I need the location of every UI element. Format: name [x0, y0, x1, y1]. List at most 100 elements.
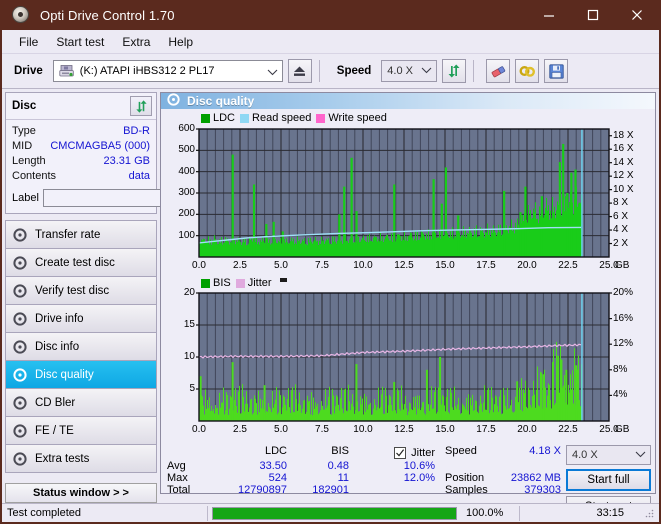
- axis-tick-label: 20%: [613, 287, 634, 298]
- status-window-button[interactable]: Status window > >: [5, 483, 157, 503]
- disc-row-value: CMCMAGBA5 (000): [50, 140, 150, 152]
- elapsed-time: 33:15: [596, 507, 624, 519]
- disc-test-icon: [13, 339, 27, 354]
- disc-info-rows: Type BD-R MID CMCMAGBA5 (000) Length 23.…: [6, 120, 243, 213]
- axis-tick-label: 0.0: [192, 260, 206, 271]
- ldc-read-speed-chart: 100 200 300 400 500 600 2 X4 X 6 X8 X 10 X 12 X 14…: [161, 123, 655, 275]
- chart2-legend: BIS Jitter: [161, 275, 655, 289]
- disc-row-contents: Contents data: [12, 169, 150, 184]
- sidebar-item-transfer-rate[interactable]: Transfer rate: [6, 221, 156, 249]
- stat-position-value: 23862 MB: [510, 472, 561, 484]
- menu-file[interactable]: File: [10, 32, 47, 52]
- disc-row-key: Contents: [12, 170, 57, 182]
- sidebar-item-fe-te[interactable]: FE / TE: [6, 417, 156, 445]
- toolbar-divider-2: [473, 60, 475, 82]
- main-body: Disc Type BD-R MID CMCMAGBA5 (000) Lengt…: [2, 89, 659, 518]
- drive-label: Drive: [14, 65, 43, 77]
- sidebar-item-cd-bler[interactable]: CD Bler: [6, 389, 156, 417]
- disc-panel-title: Disc: [12, 100, 37, 112]
- axis-tick-label: 17.5: [476, 260, 496, 271]
- legend-swatch: [201, 113, 210, 123]
- menu-help[interactable]: Help: [159, 32, 202, 52]
- bis-jitter-chart: 5 10 15 20 4% 8% 12% 16% 20% 0.0 2.5 5.0 7.5 10.0 12.5…: [161, 287, 655, 439]
- legend-read-speed: Read speed: [240, 112, 311, 124]
- bitsetting-button[interactable]: [515, 59, 540, 83]
- menu-extra[interactable]: Extra: [113, 32, 159, 52]
- sidebar-item-label: Create test disc: [35, 256, 115, 269]
- axis-tick-label: 4 X: [613, 224, 629, 236]
- axis-tick-label: 15: [183, 319, 195, 330]
- axis-tick-label: 12.5: [394, 260, 414, 271]
- status-message: Test completed: [7, 507, 81, 519]
- eject-button[interactable]: [287, 59, 312, 83]
- sidebar-item-create-test-disc[interactable]: Create test disc: [6, 249, 156, 277]
- refresh-button[interactable]: [442, 59, 467, 83]
- disc-label-caption: Label: [12, 192, 39, 204]
- stat-ldc-max: 524: [268, 472, 287, 484]
- axis-tick-label: 4%: [613, 389, 628, 401]
- axis-tick-label: 7.5: [315, 424, 329, 435]
- disc-panel-header: Disc: [6, 93, 156, 120]
- disc-label-row: Label: [12, 188, 243, 208]
- axis-tick-label: 17.5: [476, 424, 496, 435]
- drive-select[interactable]: (K:) ATAPI iHBS312 2 PL17: [52, 60, 283, 83]
- disc-test-icon: [13, 451, 27, 466]
- sidebar: Disc Type BD-R MID CMCMAGBA5 (000) Lengt…: [2, 89, 243, 503]
- stat-header-jitter: Jitter: [411, 446, 435, 459]
- stat-row-max: Max: [167, 472, 188, 484]
- legend-label: Read speed: [252, 112, 312, 124]
- status-bar: Test completed 100.0% 33:15: [2, 503, 659, 522]
- chart1-legend: LDC Read speed Write speed: [161, 111, 655, 125]
- axis-tick-label: 7.5: [315, 260, 329, 271]
- sidebar-item-extra-tests[interactable]: Extra tests: [6, 445, 156, 473]
- disc-refresh-button[interactable]: [130, 96, 152, 116]
- minimize-icon[interactable]: [527, 0, 571, 30]
- progress-bar: [212, 506, 457, 520]
- stat-ldc-total: 12790897: [238, 484, 287, 496]
- resize-grip[interactable]: [640, 504, 659, 523]
- disc-test-icon: [13, 255, 27, 270]
- window-controls: [527, 0, 659, 30]
- speed-select[interactable]: 4.0 X: [381, 60, 438, 82]
- sidebar-item-label: CD Bler: [35, 396, 76, 409]
- application-window: Opti Drive Control 1.70 File Start test …: [0, 0, 661, 524]
- sidebar-item-label: FE / TE: [35, 424, 74, 437]
- sidebar-item-label: Disc quality: [35, 368, 94, 381]
- test-speed-select[interactable]: 4.0 X: [566, 445, 651, 465]
- legend-label: LDC: [213, 112, 236, 124]
- menu-start-test[interactable]: Start test: [47, 32, 113, 52]
- disc-test-icon: [13, 395, 27, 410]
- close-icon[interactable]: [615, 0, 659, 30]
- charts-area: LDC Read speed Write speed 100 200 300 400 5…: [161, 109, 655, 439]
- axis-tick-label: 300: [178, 187, 195, 198]
- stat-jitter-max: 12.0%: [403, 472, 435, 484]
- disc-row-key: Length: [12, 155, 46, 167]
- stat-bis-avg: 0.48: [327, 460, 349, 472]
- legend-swatch: [235, 278, 245, 288]
- save-button[interactable]: [544, 59, 569, 83]
- stat-position-label: Position: [445, 472, 485, 484]
- start-full-button[interactable]: Start full: [566, 469, 651, 491]
- sidebar-item-label: Disc info: [35, 340, 80, 353]
- stat-jitter-avg: 10.6%: [403, 460, 435, 472]
- erase-button[interactable]: [486, 59, 511, 83]
- chevron-down-icon: [267, 61, 278, 83]
- disc-test-icon: [13, 367, 27, 382]
- sidebar-item-disc-quality[interactable]: Disc quality: [6, 361, 156, 389]
- legend-bis: BIS: [201, 277, 231, 289]
- legend-label: BIS: [213, 277, 231, 289]
- axis-tick-label: 12%: [613, 338, 634, 350]
- axis-tick-label: 2 X: [613, 237, 629, 249]
- stat-row-avg: Avg: [167, 460, 186, 472]
- disc-row-length: Length 23.31 GB: [12, 154, 150, 169]
- sidebar-item-verify-test-disc[interactable]: Verify test disc: [6, 277, 156, 305]
- axis-tick-label: 18 X: [613, 129, 634, 141]
- maximize-icon[interactable]: [571, 0, 615, 30]
- sidebar-item-disc-info[interactable]: Disc info: [6, 333, 156, 361]
- jitter-checkbox[interactable]: [394, 446, 407, 459]
- axis-tick-label: 20: [183, 287, 195, 298]
- axis-tick-label: 500: [178, 144, 195, 156]
- window-title: Opti Drive Control 1.70: [40, 7, 175, 23]
- sidebar-item-drive-info[interactable]: Drive info: [6, 305, 156, 333]
- legend-ldc: LDC: [201, 112, 235, 124]
